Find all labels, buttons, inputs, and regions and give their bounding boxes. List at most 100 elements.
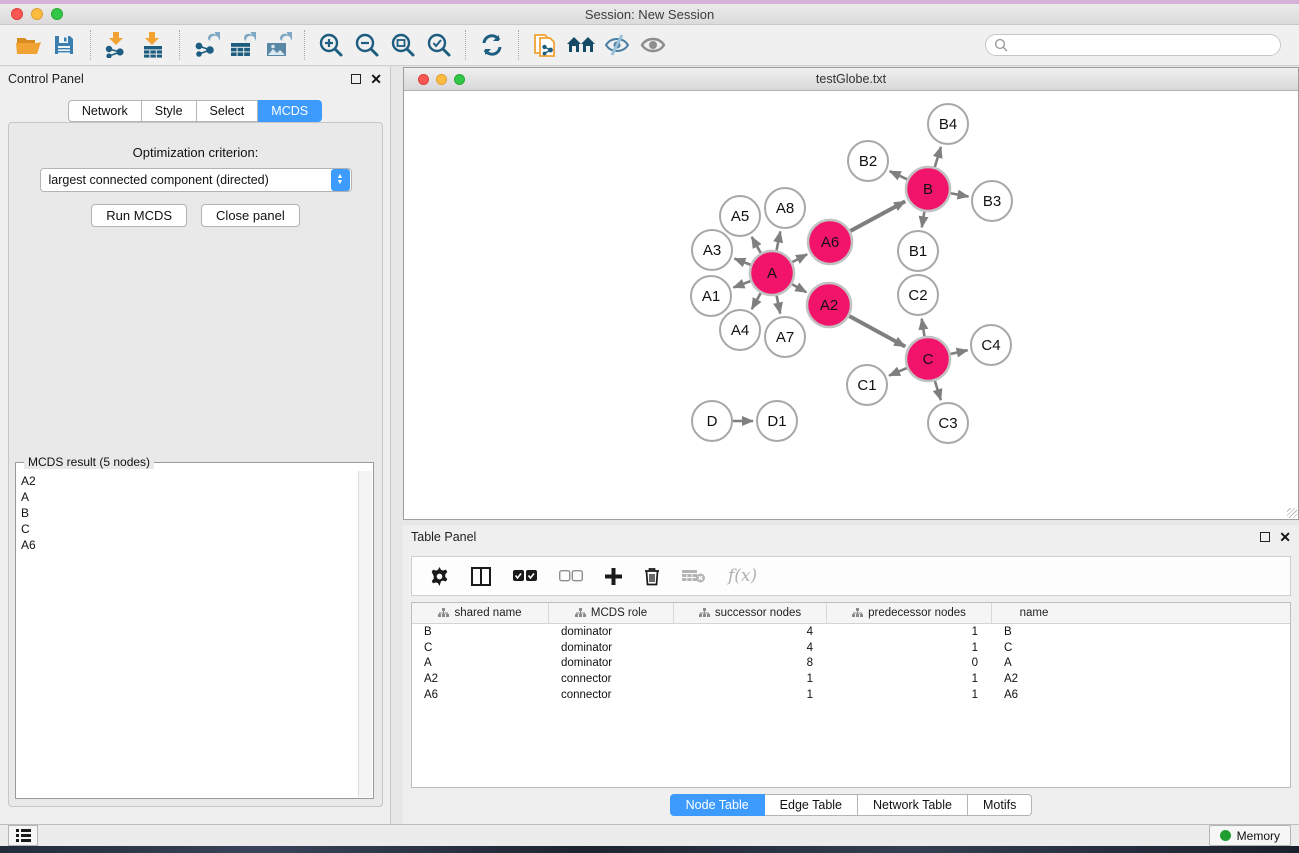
search-input[interactable] xyxy=(1008,38,1272,52)
mcds-result-list[interactable]: A2ABCA6 xyxy=(17,471,358,797)
node-C[interactable]: C xyxy=(906,337,950,381)
edge-A-A3[interactable] xyxy=(734,259,750,265)
node-B4[interactable]: B4 xyxy=(928,104,968,144)
node-D1[interactable]: D1 xyxy=(757,401,797,441)
resize-grip[interactable] xyxy=(1287,508,1297,518)
edge-A-A8[interactable] xyxy=(777,232,781,251)
network-canvas[interactable]: B4 B2 B B3 A8A5 A6 A3 B1 A C2 A1 A2 A4A7 C4 C C1 C3 D D1 xyxy=(404,91,1298,519)
node-A1[interactable]: A1 xyxy=(691,276,731,316)
tab-select[interactable]: Select xyxy=(197,100,259,122)
node-A4[interactable]: A4 xyxy=(720,310,760,350)
zoom-in-button[interactable] xyxy=(313,29,349,61)
apply-layout-button[interactable] xyxy=(474,29,510,61)
edge-C-C3[interactable] xyxy=(935,381,941,400)
search-box[interactable] xyxy=(985,34,1281,56)
delete-column-button[interactable] xyxy=(644,567,660,586)
edge-C-C1[interactable] xyxy=(889,368,907,376)
column-header-shared-name[interactable]: shared name xyxy=(412,603,549,623)
result-item[interactable]: C xyxy=(21,521,354,537)
edge-C-C2[interactable] xyxy=(922,319,925,337)
hide-selected-button[interactable] xyxy=(599,29,635,61)
criterion-select[interactable]: largest connected component (directed) ▲… xyxy=(40,168,352,192)
node-C1[interactable]: C1 xyxy=(847,365,887,405)
node-C3[interactable]: C3 xyxy=(928,403,968,443)
table-row[interactable]: Bdominator41B xyxy=(412,624,1290,640)
float-panel-icon[interactable] xyxy=(351,74,361,84)
table-tab-node-table[interactable]: Node Table xyxy=(670,794,765,816)
import-table-button[interactable] xyxy=(135,29,171,61)
table-row[interactable]: Adominator80A xyxy=(412,656,1290,672)
edge-A2-C[interactable] xyxy=(849,316,905,347)
zoom-fit-button[interactable] xyxy=(385,29,421,61)
tab-network[interactable]: Network xyxy=(68,100,142,122)
edge-B-B1[interactable] xyxy=(922,212,925,228)
open-session-button[interactable] xyxy=(10,29,46,61)
close-table-panel-icon[interactable]: ✕ xyxy=(1279,532,1291,542)
node-B[interactable]: B xyxy=(906,167,950,211)
table-settings-button[interactable] xyxy=(430,567,449,586)
edge-B-B2[interactable] xyxy=(890,171,907,179)
node-A[interactable]: A xyxy=(750,251,794,295)
table-row[interactable]: A6connector11A6 xyxy=(412,687,1290,703)
edge-A-A4[interactable] xyxy=(752,293,761,309)
run-mcds-button[interactable]: Run MCDS xyxy=(91,204,187,227)
zoom-selected-button[interactable] xyxy=(421,29,457,61)
delete-table-button[interactable] xyxy=(682,568,706,584)
column-header-MCDS-role[interactable]: MCDS role xyxy=(549,603,674,623)
column-header-predecessor-nodes[interactable]: predecessor nodes xyxy=(827,603,992,623)
node-B1[interactable]: B1 xyxy=(898,231,938,271)
task-history-button[interactable] xyxy=(8,825,38,846)
column-header-name[interactable]: name xyxy=(992,603,1076,623)
table-tab-edge-table[interactable]: Edge Table xyxy=(765,794,858,816)
edge-B-B3[interactable] xyxy=(951,193,969,196)
function-builder-button[interactable]: f(x) xyxy=(728,566,757,586)
node-A2[interactable]: A2 xyxy=(807,283,851,327)
node-D[interactable]: D xyxy=(692,401,732,441)
table-tab-network-table[interactable]: Network Table xyxy=(858,794,968,816)
edge-B-B4[interactable] xyxy=(935,147,941,167)
result-scrollbar[interactable] xyxy=(358,471,372,797)
column-header-successor-nodes[interactable]: successor nodes xyxy=(674,603,827,623)
edge-C-C4[interactable] xyxy=(950,350,967,354)
column-panel-button[interactable] xyxy=(471,567,491,586)
result-item[interactable]: A2 xyxy=(21,473,354,489)
new-network-from-selection-button[interactable] xyxy=(527,29,563,61)
edge-A-A1[interactable] xyxy=(733,281,750,287)
tab-mcds[interactable]: MCDS xyxy=(258,100,322,122)
export-table-button[interactable] xyxy=(224,29,260,61)
node-C4[interactable]: C4 xyxy=(971,325,1011,365)
import-network-button[interactable] xyxy=(99,29,135,61)
table-tab-motifs[interactable]: Motifs xyxy=(968,794,1032,816)
result-item[interactable]: A xyxy=(21,489,354,505)
close-panel-icon[interactable]: ✕ xyxy=(370,74,382,84)
node-A5[interactable]: A5 xyxy=(720,196,760,236)
first-neighbors-button[interactable] xyxy=(563,29,599,61)
node-B2[interactable]: B2 xyxy=(848,141,888,181)
export-network-button[interactable] xyxy=(188,29,224,61)
node-A3[interactable]: A3 xyxy=(692,230,732,270)
select-all-button[interactable] xyxy=(513,570,537,582)
node-A8[interactable]: A8 xyxy=(765,188,805,228)
table-row[interactable]: Cdominator41C xyxy=(412,640,1290,656)
node-A7[interactable]: A7 xyxy=(765,317,805,357)
edge-A-A2[interactable] xyxy=(792,284,806,292)
node-B3[interactable]: B3 xyxy=(972,181,1012,221)
close-panel-button[interactable]: Close panel xyxy=(201,204,300,227)
edge-A6-B[interactable] xyxy=(850,201,905,231)
save-session-button[interactable] xyxy=(46,29,82,61)
table-row[interactable]: A2connector11A2 xyxy=(412,671,1290,687)
float-table-panel-icon[interactable] xyxy=(1260,532,1270,542)
edge-A-A7[interactable] xyxy=(777,296,781,314)
add-column-button[interactable] xyxy=(605,568,622,585)
result-item[interactable]: A6 xyxy=(21,537,354,553)
deselect-all-button[interactable] xyxy=(559,570,583,582)
export-image-button[interactable] xyxy=(260,29,296,61)
tab-style[interactable]: Style xyxy=(142,100,197,122)
node-A6[interactable]: A6 xyxy=(808,220,852,264)
edge-A-A6[interactable] xyxy=(792,254,807,262)
show-all-button[interactable] xyxy=(635,29,671,61)
memory-button[interactable]: Memory xyxy=(1209,825,1291,846)
edge-A-A5[interactable] xyxy=(752,237,761,253)
node-C2[interactable]: C2 xyxy=(898,275,938,315)
zoom-out-button[interactable] xyxy=(349,29,385,61)
